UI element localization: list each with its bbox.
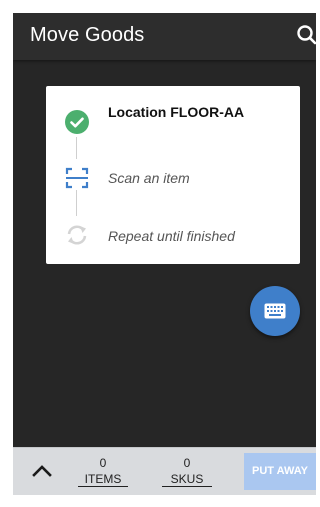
bottom-bar: 0 ITEMS 0 SKUS PUT AWAY xyxy=(13,447,316,495)
check-circle-icon xyxy=(65,110,89,134)
app-bar: Move Goods xyxy=(13,13,316,60)
keyboard-button[interactable] xyxy=(250,286,300,336)
step-label: Repeat until finished xyxy=(108,228,235,244)
items-count: 0 xyxy=(99,456,107,470)
skus-label: SKUS xyxy=(162,470,212,487)
chevron-up-icon[interactable] xyxy=(31,462,53,480)
step-label: Scan an item xyxy=(108,170,190,186)
keyboard-icon xyxy=(264,303,286,324)
items-label: ITEMS xyxy=(78,470,128,487)
page-title: Move Goods xyxy=(30,24,145,46)
put-away-button[interactable]: PUT AWAY xyxy=(244,453,316,490)
step-label: Location FLOOR-AA xyxy=(108,104,245,120)
step-connector xyxy=(76,190,77,216)
step-connector xyxy=(76,137,77,159)
search-icon[interactable] xyxy=(295,23,316,49)
repeat-icon xyxy=(65,223,89,247)
steps-card: Location FLOOR-AA Scan an item Repeat un… xyxy=(46,86,300,264)
items-counter: 0 ITEMS xyxy=(78,457,128,487)
scan-icon xyxy=(65,166,89,190)
skus-counter: 0 SKUS xyxy=(162,457,212,487)
app-screen: Move Goods Location FLOOR-AA Scan an ite… xyxy=(13,13,316,494)
skus-count: 0 xyxy=(183,456,191,470)
